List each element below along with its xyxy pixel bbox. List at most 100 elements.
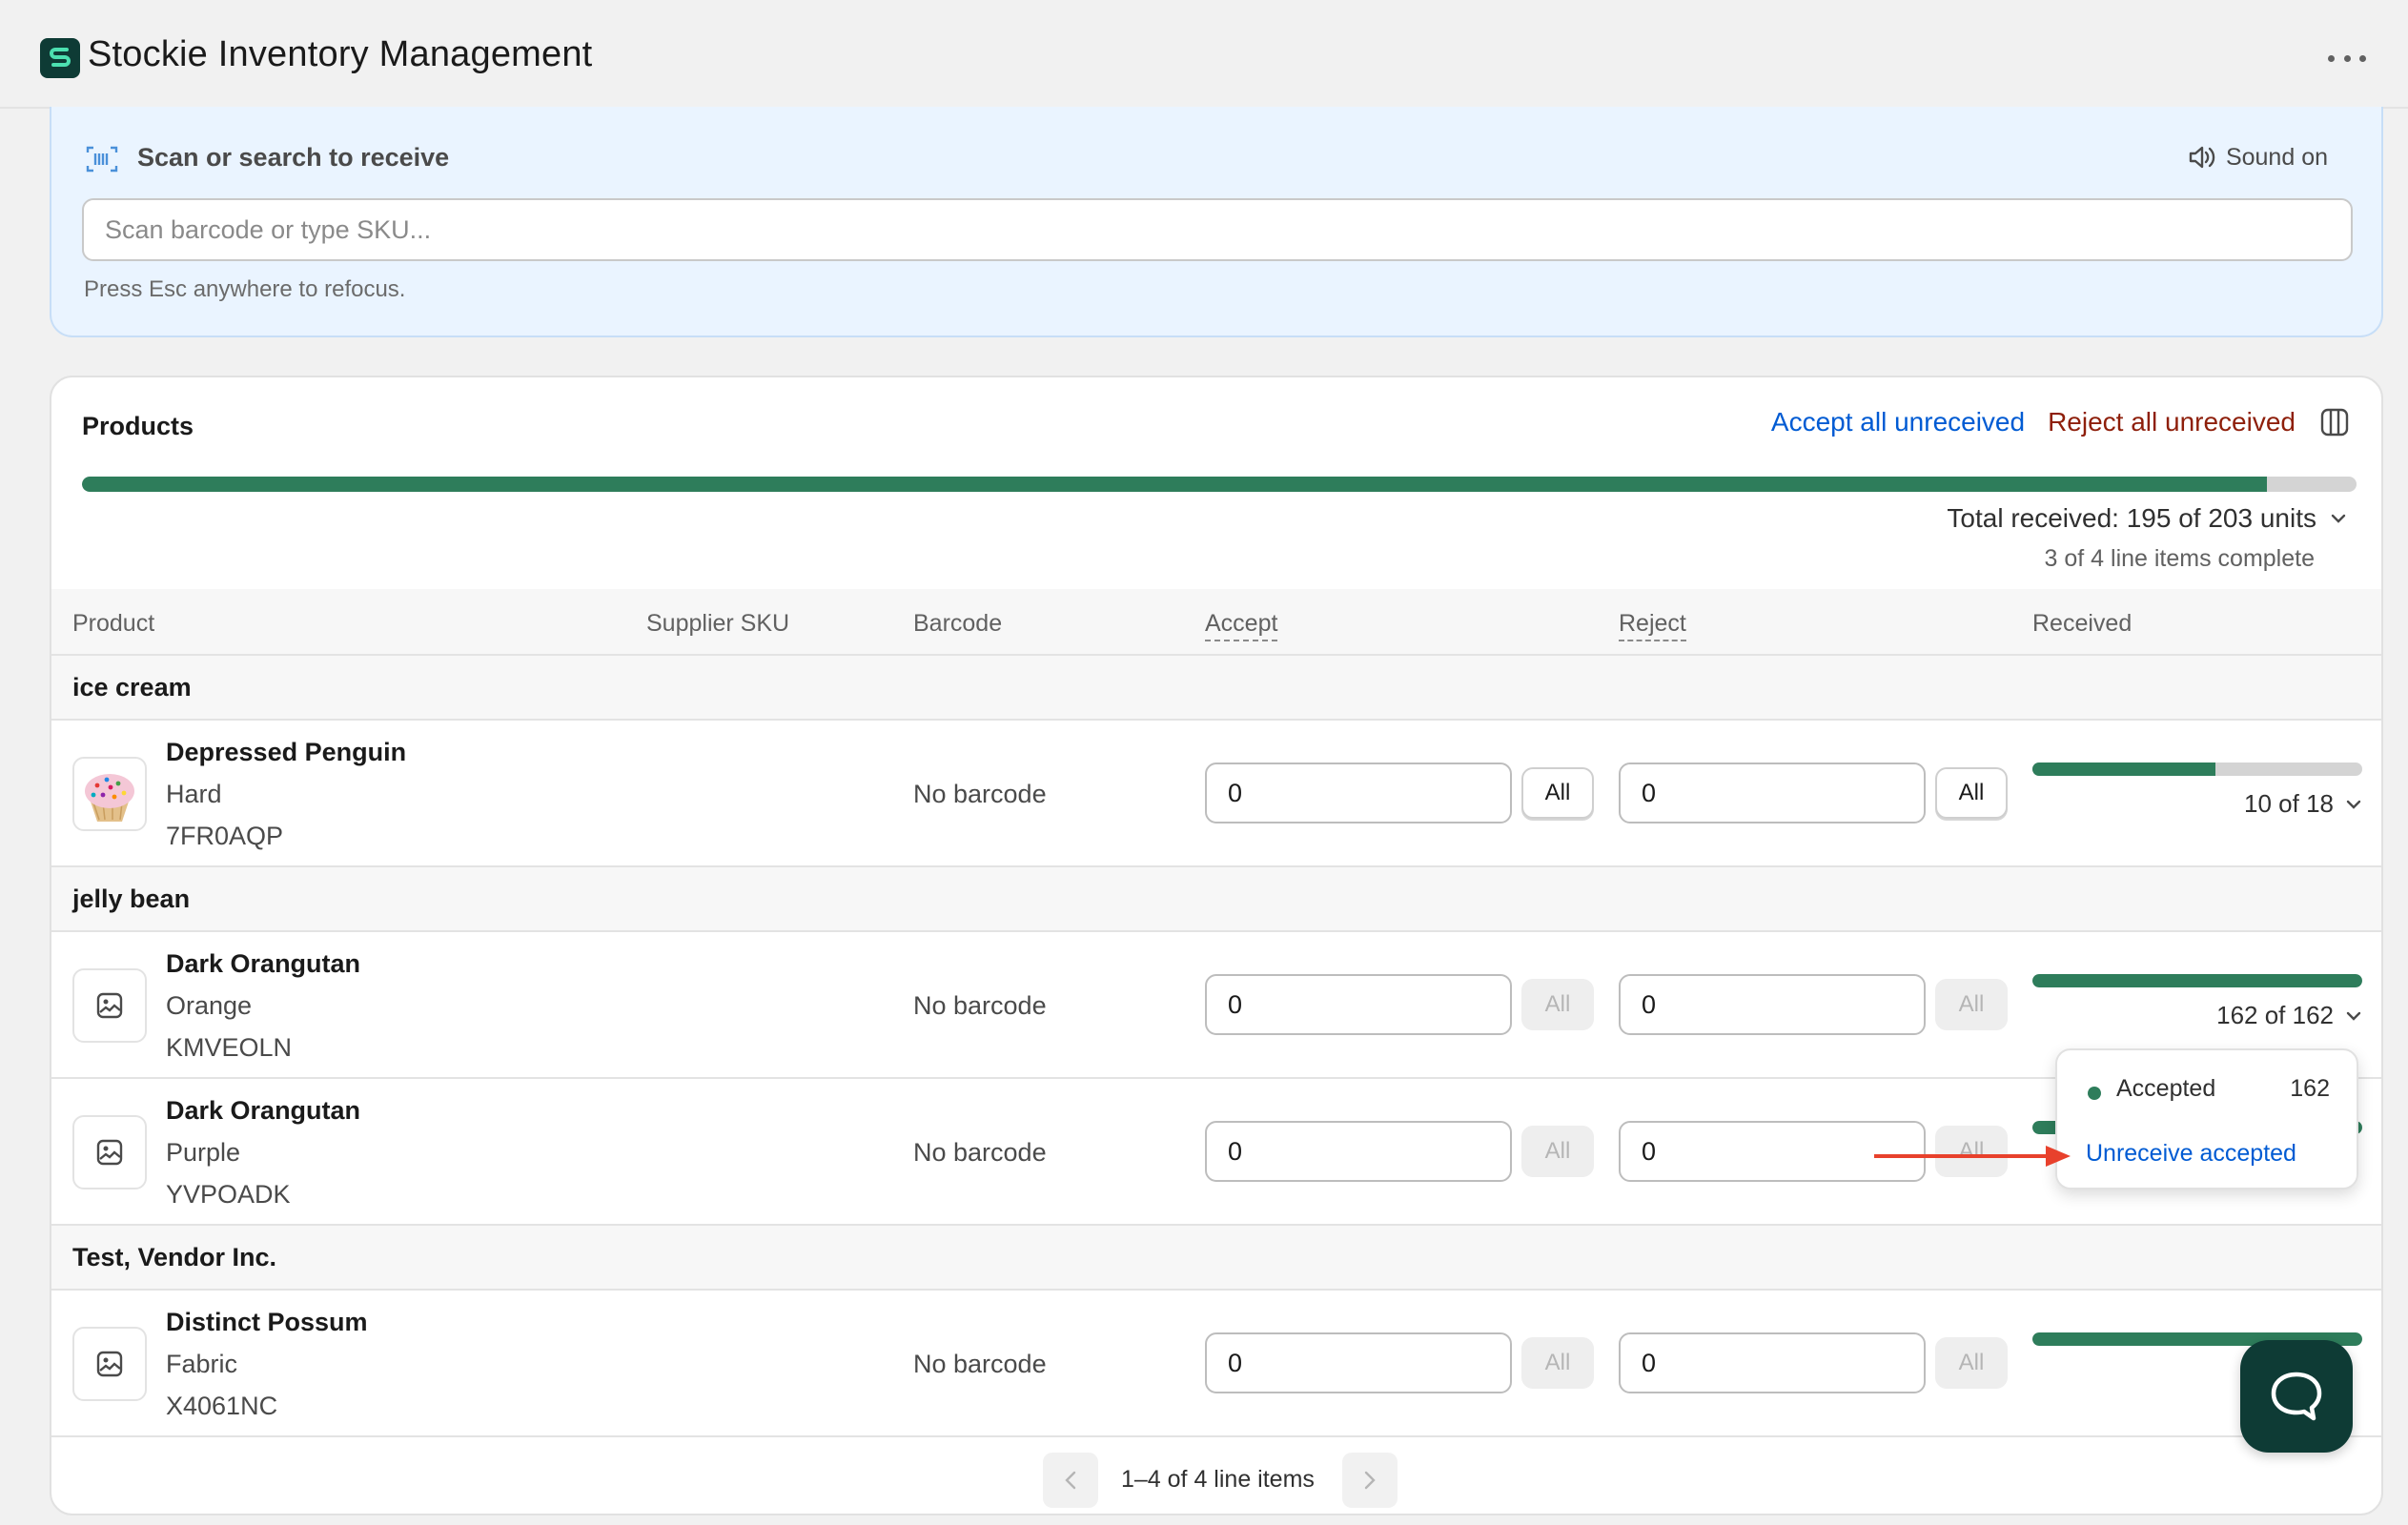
product-name[interactable]: Dark Orangutan <box>166 949 360 979</box>
received-progress-bar <box>2032 762 2362 776</box>
accept-all-button: All <box>1521 1126 1594 1177</box>
product-sku: YVPOADK <box>166 1180 291 1209</box>
sound-toggle-button[interactable]: Sound on <box>2188 141 2328 173</box>
annotation-arrow-icon <box>1874 1146 2071 1167</box>
group-row: ice cream <box>51 656 2381 721</box>
accept-all-unreceived-link[interactable]: Accept all unreceived <box>1771 407 2025 437</box>
received-breakdown-popover: Accepted 162 Unreceive accepted <box>2055 1048 2358 1190</box>
group-label: ice cream <box>72 673 192 702</box>
product-thumbnail-placeholder[interactable] <box>72 1327 147 1401</box>
product-thumbnail-cupcake[interactable] <box>72 757 147 831</box>
received-progress-bar <box>2032 974 2362 987</box>
accept-qty-input[interactable] <box>1205 1332 1512 1393</box>
table-row: Distinct Possum Fabric X4061NC No barcod… <box>51 1291 2381 1437</box>
accept-qty-input[interactable] <box>1205 1121 1512 1182</box>
group-row: jelly bean <box>51 867 2381 932</box>
table-row: Dark Orangutan Orange KMVEOLN No barcode… <box>51 932 2381 1079</box>
product-thumbnail-placeholder[interactable] <box>72 968 147 1043</box>
table-header: Product Supplier SKU Barcode Accept Reje… <box>51 589 2381 656</box>
chevron-down-icon <box>2331 514 2346 523</box>
product-barcode: No barcode <box>913 780 1047 808</box>
group-row: Test, Vendor Inc. <box>51 1226 2381 1291</box>
product-variant: Hard <box>166 780 222 808</box>
accept-all-button[interactable]: All <box>1521 767 1594 819</box>
accepted-label: Accepted <box>2116 1075 2216 1102</box>
accepted-status-dot <box>2088 1087 2101 1100</box>
chevron-down-icon <box>2346 800 2361 809</box>
reject-qty-input[interactable] <box>1619 762 1926 824</box>
chat-bubble-icon <box>2271 1372 2322 1421</box>
col-received[interactable]: Received <box>2032 610 2132 638</box>
products-card: Products Accept all unreceived Reject al… <box>50 376 2383 1515</box>
image-placeholder-icon <box>96 992 123 1019</box>
total-progress-fill <box>82 477 2267 492</box>
reject-qty-input[interactable] <box>1619 974 1926 1035</box>
total-received-text: Total received: 195 of 203 units <box>1947 503 2316 533</box>
product-variant: Orange <box>166 991 253 1020</box>
chevron-down-icon <box>2346 1011 2361 1021</box>
pagination-text: 1–4 of 4 line items <box>1121 1466 1315 1493</box>
reject-all-button: All <box>1935 1337 2008 1389</box>
products-header-actions: Accept all unreceived Reject all unrecei… <box>1771 406 2351 438</box>
received-toggle[interactable]: 162 of 162 <box>2216 1001 2362 1030</box>
table-row: Depressed Penguin Hard 7FR0AQP No barcod… <box>51 721 2381 867</box>
chat-support-button[interactable] <box>2240 1340 2353 1453</box>
stockie-logo-icon <box>40 38 80 78</box>
accepted-value: 162 <box>2290 1075 2330 1102</box>
reject-qty-input[interactable] <box>1619 1332 1926 1393</box>
col-product[interactable]: Product <box>72 610 154 638</box>
more-options-icon[interactable] <box>2328 44 2366 72</box>
app-title: Stockie Inventory Management <box>88 34 593 74</box>
received-count: 10 of 18 <box>2244 789 2334 818</box>
app-header: Stockie Inventory Management <box>0 0 2408 109</box>
group-label: Test, Vendor Inc. <box>72 1243 277 1271</box>
pagination-next-button[interactable] <box>1342 1453 1398 1508</box>
total-received-toggle[interactable]: Total received: 195 of 203 units <box>1947 503 2347 534</box>
accept-qty-input[interactable] <box>1205 974 1512 1035</box>
col-supplier-sku[interactable]: Supplier SKU <box>646 610 789 638</box>
product-sku: KMVEOLN <box>166 1033 293 1062</box>
image-placeholder-icon <box>96 1351 123 1377</box>
speaker-icon <box>2189 146 2215 169</box>
chevron-left-icon <box>1065 1471 1076 1490</box>
total-progress-bar <box>82 477 2357 492</box>
product-name[interactable]: Distinct Possum <box>166 1308 368 1337</box>
image-placeholder-icon <box>96 1139 123 1166</box>
scan-search-input[interactable] <box>82 198 2353 261</box>
reject-all-unreceived-link[interactable]: Reject all unreceived <box>2048 407 2296 437</box>
accept-qty-input[interactable] <box>1205 762 1512 824</box>
product-sku: 7FR0AQP <box>166 822 284 850</box>
product-name[interactable]: Depressed Penguin <box>166 738 406 767</box>
accept-all-button: All <box>1521 1337 1594 1389</box>
product-barcode: No barcode <box>913 991 1047 1020</box>
col-accept[interactable]: Accept <box>1205 610 1278 641</box>
products-title: Products <box>82 412 194 440</box>
group-label: jelly bean <box>72 884 191 913</box>
product-barcode: No barcode <box>913 1138 1047 1167</box>
product-thumbnail-placeholder[interactable] <box>72 1115 147 1190</box>
accept-all-button: All <box>1521 979 1594 1030</box>
reject-all-button: All <box>1935 979 2008 1030</box>
columns-icon[interactable] <box>2318 406 2351 438</box>
col-reject[interactable]: Reject <box>1619 610 1686 641</box>
col-barcode[interactable]: Barcode <box>913 610 1002 638</box>
line-items-complete: 3 of 4 line items complete <box>2044 545 2315 572</box>
reject-all-button[interactable]: All <box>1935 767 2008 819</box>
chevron-right-icon <box>1364 1471 1376 1490</box>
received-progress-fill <box>2032 762 2216 776</box>
product-barcode: No barcode <box>913 1350 1047 1378</box>
scan-title: Scan or search to receive <box>137 143 450 172</box>
scan-card: Scan or search to receive Sound on Press… <box>50 107 2383 337</box>
scan-hint: Press Esc anywhere to refocus. <box>84 276 406 302</box>
unreceive-accepted-link[interactable]: Unreceive accepted <box>2086 1140 2296 1168</box>
cupcake-image-icon <box>85 774 134 822</box>
product-variant: Fabric <box>166 1350 238 1378</box>
received-progress-fill <box>2032 974 2362 987</box>
product-name[interactable]: Dark Orangutan <box>166 1096 360 1126</box>
product-variant: Purple <box>166 1138 241 1167</box>
barcode-scan-icon <box>86 146 118 173</box>
sound-toggle-label: Sound on <box>2225 143 2328 171</box>
received-count: 162 of 162 <box>2216 1001 2334 1029</box>
received-toggle[interactable]: 10 of 18 <box>2244 789 2362 819</box>
pagination-prev-button[interactable] <box>1043 1453 1098 1508</box>
